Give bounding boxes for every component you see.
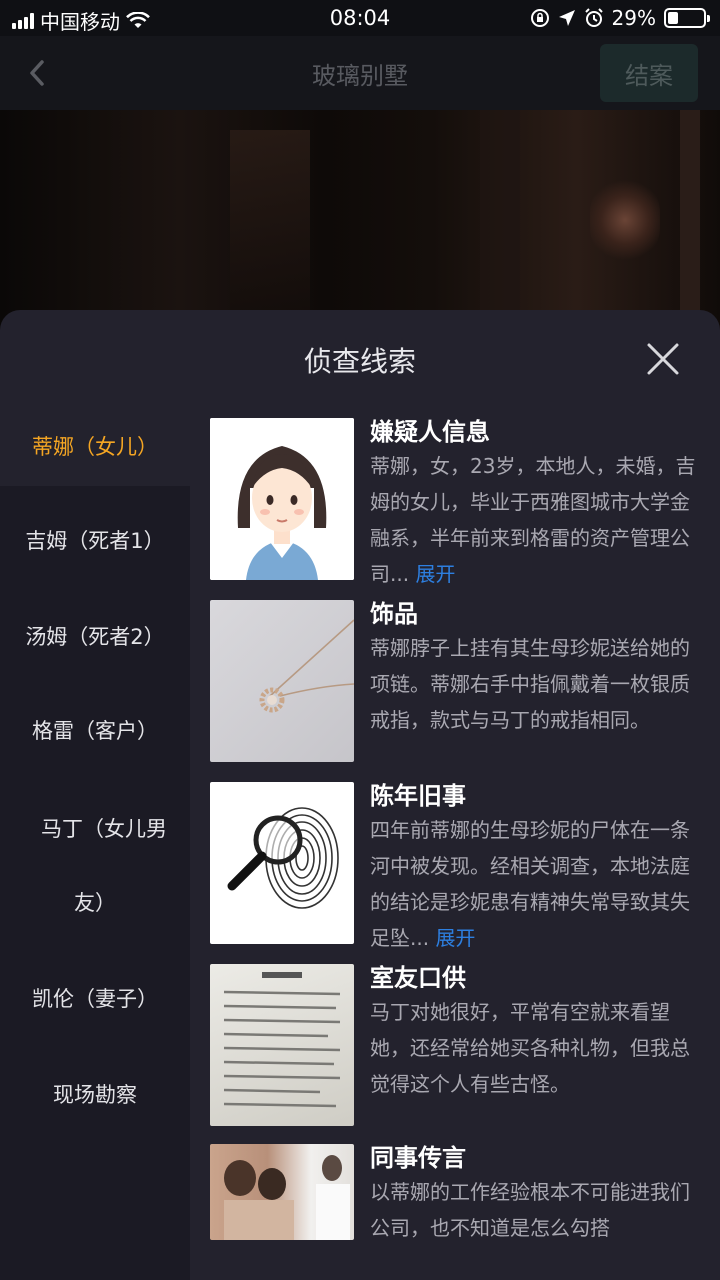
clue-item[interactable]: 嫌疑人信息 蒂娜，女，23岁，本地人，未婚，吉姆的女儿，毕业于西雅图城市大学金融…	[210, 408, 700, 590]
status-bar: 中国移动 08:04 29%	[0, 0, 720, 36]
clue-text: 四年前蒂娜的生母珍妮的尸体在一条河中被发现。经相关调查，本地法庭的结论是珍妮患有…	[370, 818, 690, 950]
clue-description: 马丁对她很好，平常有空就来看望她，还经常给她买各种礼物，但我总觉得这个人有些古怪…	[370, 1000, 690, 1096]
clue-list: 嫌疑人信息 蒂娜，女，23岁，本地人，未婚，吉姆的女儿，毕业于西雅图城市大学金融…	[190, 408, 720, 1240]
tab-gray[interactable]: 格雷（客户）	[0, 694, 190, 768]
clue-description: 四年前蒂娜的生母珍妮的尸体在一条河中被发现。经相关调查，本地法庭的结论是珍妮患有…	[370, 812, 700, 956]
suspect-tabs: 蒂娜（女儿） 吉姆（死者1） 汤姆（死者2） 格雷（客户） 马丁（女儿男 友） …	[0, 408, 190, 1280]
clue-description: 以蒂娜的工作经验根本不可能进我们公司，也不知道是怎么勾搭	[370, 1180, 690, 1240]
tab-tina[interactable]: 蒂娜（女儿）	[0, 408, 190, 486]
necklace-image	[210, 600, 354, 762]
status-right: 29%	[530, 6, 710, 30]
testimony-document-image	[210, 964, 354, 1126]
alarm-icon	[584, 8, 603, 27]
clue-title: 嫌疑人信息	[370, 418, 490, 446]
close-case-button[interactable]: 结案	[600, 44, 698, 102]
tab-scene-investigation[interactable]: 现场勘察	[0, 1058, 190, 1132]
scene-doorway	[230, 130, 310, 330]
fingerprint-image	[210, 782, 354, 944]
tab-jim[interactable]: 吉姆（死者1）	[0, 504, 190, 578]
expand-link[interactable]: 展开	[415, 562, 455, 586]
coworkers-photo	[210, 1144, 354, 1240]
scene-lamp	[590, 180, 660, 260]
sheet-title: 侦查线索	[303, 345, 416, 378]
clue-description: 蒂娜脖子上挂有其生母珍妮送给她的项链。蒂娜右手中指佩戴着一枚银质戒指，款式与马丁…	[370, 636, 690, 732]
scene-pillar	[680, 110, 700, 330]
battery-icon	[664, 8, 710, 28]
clue-item[interactable]: 陈年旧事 四年前蒂娜的生母珍妮的尸体在一条河中被发现。经相关调查，本地法庭的结论…	[210, 772, 700, 954]
tab-tom[interactable]: 汤姆（死者2）	[0, 600, 190, 674]
location-icon	[558, 10, 575, 26]
clue-item[interactable]: 饰品 蒂娜脖子上挂有其生母珍妮送给她的项链。蒂娜右手中指佩戴着一枚银质戒指，款式…	[210, 590, 700, 772]
clue-title: 饰品	[370, 600, 418, 628]
clue-item[interactable]: 室友口供 马丁对她很好，平常有空就来看望她，还经常给她买各种礼物，但我总觉得这个…	[210, 954, 700, 1136]
tab-martin[interactable]: 马丁（女儿男 友）	[0, 792, 190, 942]
suspect-avatar-image	[210, 418, 354, 580]
clue-description: 蒂娜，女，23岁，本地人，未婚，吉姆的女儿，毕业于西雅图城市大学金融系，半年前来…	[370, 448, 700, 592]
tab-martin-line2: 友）	[74, 891, 116, 915]
scene-image	[0, 110, 720, 330]
scene-column	[480, 110, 520, 330]
orientation-lock-icon	[530, 9, 549, 27]
clue-title: 同事传言	[370, 1144, 466, 1172]
nav-bar: 玻璃别墅 结案	[0, 36, 720, 110]
expand-link[interactable]: 展开	[435, 926, 475, 950]
clue-title: 陈年旧事	[370, 782, 466, 810]
tab-martin-line1: 马丁（女儿男	[41, 817, 167, 841]
clue-item[interactable]: 同事传言 以蒂娜的工作经验根本不可能进我们公司，也不知道是怎么勾搭	[210, 1134, 700, 1240]
clues-sheet: 侦查线索 蒂娜（女儿） 吉姆（死者1） 汤姆（死者2） 格雷（客户） 马丁（女儿…	[0, 310, 720, 1280]
battery-percent: 29%	[611, 6, 656, 30]
close-icon[interactable]	[646, 342, 680, 376]
tab-karen[interactable]: 凯伦（妻子）	[0, 962, 190, 1036]
clue-title: 室友口供	[370, 964, 466, 992]
